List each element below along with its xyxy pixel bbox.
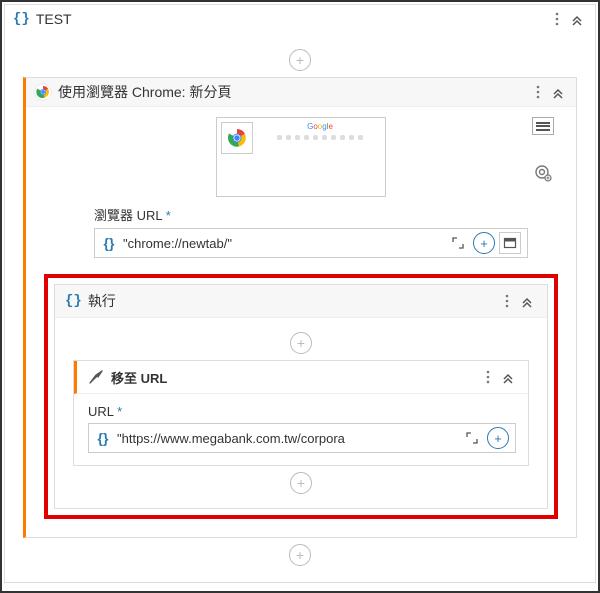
exec-title-text: 執行	[88, 291, 116, 311]
navigate-arrow-icon	[87, 368, 105, 386]
navigate-url-value: "https://www.megabank.com.tw/corpora	[117, 431, 455, 446]
navigate-url-input[interactable]: {} "https://www.megabank.com.tw/corpora …	[88, 423, 516, 453]
navigate-title-text: 移至 URL	[111, 368, 167, 387]
collapse-icon[interactable]	[567, 9, 587, 29]
collapse-icon[interactable]	[548, 82, 568, 102]
test-panel-header: {} TEST	[5, 5, 595, 33]
collapse-icon[interactable]	[517, 291, 537, 311]
chrome-panel: 使用瀏覽器 Chrome: 新分頁	[23, 77, 577, 538]
braces-icon: {}	[95, 235, 123, 251]
test-panel-title: {} TEST	[13, 11, 547, 27]
root-frame: {} TEST + 使用瀏覽器 C	[0, 0, 600, 593]
navigate-url-label: URL *	[88, 404, 516, 419]
chrome-panel-body: Google 瀏覽器 URL * {} "chrome://newtab/"	[26, 107, 576, 537]
braces-icon: {}	[13, 11, 30, 27]
add-value-icon[interactable]: +	[487, 427, 509, 449]
collapse-icon[interactable]	[498, 367, 518, 387]
add-step-bottom[interactable]: +	[23, 544, 577, 566]
preview-chrome-icon	[221, 122, 253, 154]
exec-panel: {} 執行	[54, 284, 548, 509]
navigate-panel: 移至 URL	[73, 360, 529, 466]
browser-url-actions: +	[441, 232, 527, 254]
chrome-side-icons	[532, 117, 554, 183]
plus-icon: +	[290, 332, 312, 354]
add-value-icon[interactable]: +	[473, 232, 495, 254]
chrome-title-text: 使用瀏覽器 Chrome: 新分頁	[58, 82, 231, 102]
highlight-box: {} 執行	[44, 274, 558, 519]
test-panel-body: + 使用瀏覽器 Chrome: 新分頁	[5, 33, 595, 582]
kebab-menu-icon[interactable]	[497, 291, 517, 311]
test-panel: {} TEST + 使用瀏覽器 C	[4, 4, 596, 583]
plus-icon: +	[290, 472, 312, 494]
plus-icon: +	[289, 49, 311, 71]
expand-icon[interactable]	[461, 427, 483, 449]
add-step-top[interactable]: +	[23, 49, 577, 71]
plus-icon: +	[289, 544, 311, 566]
expand-icon[interactable]	[447, 232, 469, 254]
exec-panel-header: {} 執行	[55, 285, 547, 318]
navigate-header: 移至 URL	[74, 361, 528, 394]
browser-preview: Google	[216, 117, 386, 197]
navigate-url-actions: +	[455, 427, 515, 449]
braces-icon: {}	[65, 293, 82, 309]
browser-url-input[interactable]: {} "chrome://newtab/" +	[94, 228, 528, 258]
kebab-menu-icon[interactable]	[547, 9, 567, 29]
kebab-menu-icon[interactable]	[528, 82, 548, 102]
test-title-text: TEST	[36, 11, 72, 27]
add-step-exec-top[interactable]: +	[65, 332, 537, 354]
chrome-logo-icon	[34, 83, 52, 101]
browser-url-value: "chrome://newtab/"	[123, 236, 441, 251]
target-icon[interactable]	[533, 163, 553, 183]
braces-icon: {}	[89, 430, 117, 446]
chrome-panel-header: 使用瀏覽器 Chrome: 新分頁	[26, 78, 576, 107]
navigate-body: URL * {} "https://www.megabank.com.tw/co…	[74, 394, 528, 465]
browser-url-label: 瀏覽器 URL *	[94, 205, 528, 224]
hamburger-icon[interactable]	[532, 117, 554, 135]
add-step-exec-bottom[interactable]: +	[65, 472, 537, 494]
browser-window-icon[interactable]	[499, 232, 521, 254]
preview-newtab-mock: Google	[259, 122, 381, 140]
chrome-panel-title: 使用瀏覽器 Chrome: 新分頁	[34, 82, 528, 102]
kebab-menu-icon[interactable]	[478, 367, 498, 387]
